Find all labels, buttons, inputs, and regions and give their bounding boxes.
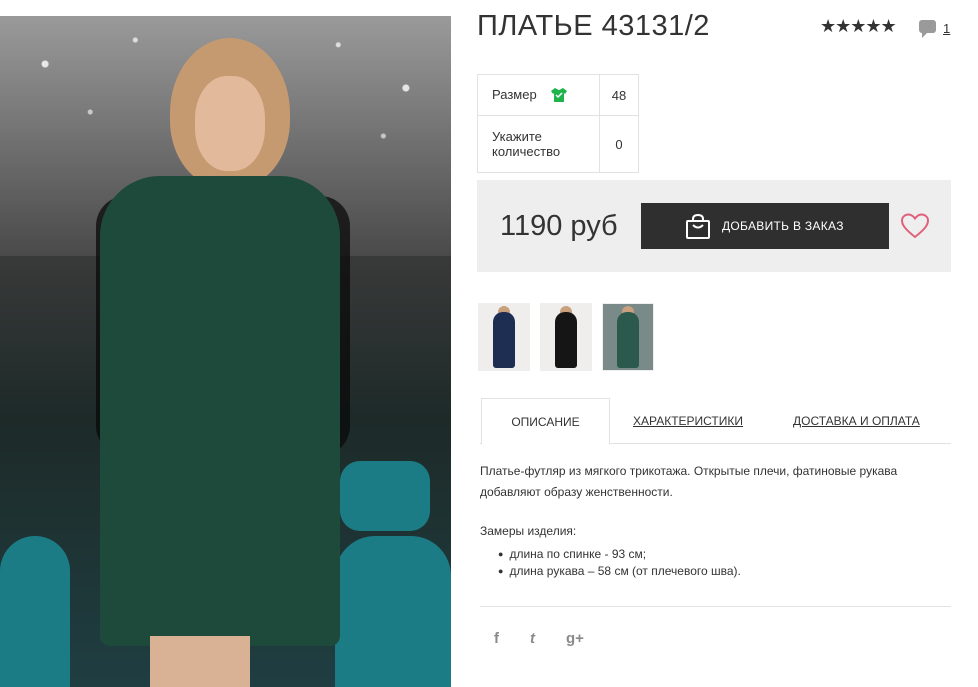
measures-list: длина по спинке - 93 см; длина рукава – … <box>498 546 741 580</box>
quantity-label-line1: Укажите <box>492 129 542 144</box>
model-legs <box>150 636 250 687</box>
quantity-label-cell: Укажите количество <box>477 115 600 173</box>
background-chair-back <box>340 461 430 531</box>
product-title: ПЛАТЬЕ 43131/2 <box>477 10 710 42</box>
rating-stars[interactable]: ★★★★★ <box>820 16 897 37</box>
comment-count-link[interactable]: 1 <box>943 21 950 36</box>
product-main-photo[interactable] <box>0 16 451 687</box>
thumbnail-dress <box>555 312 577 368</box>
product-tabs: ОПИСАНИЕ ХАРАКТЕРИСТИКИ ДОСТАВКА И ОПЛАТ… <box>480 398 951 445</box>
shopping-bag-icon <box>686 213 710 239</box>
options-table: Размер 48 Укажите количество 0 <box>477 74 639 173</box>
favorite-heart-icon[interactable] <box>901 213 929 239</box>
tab-description[interactable]: ОПИСАНИЕ <box>481 398 610 445</box>
add-to-order-button[interactable]: ДОБАВИТЬ В ЗАКАЗ <box>641 203 889 249</box>
thumbnail-green-dress[interactable] <box>602 303 654 371</box>
quantity-label-line2: количество <box>492 144 561 159</box>
size-chart-icon[interactable] <box>550 87 568 103</box>
background-chair-left <box>0 536 70 687</box>
tab-delivery-payment[interactable]: ДОСТАВКА И ОПЛАТА <box>793 398 920 443</box>
model-face <box>195 76 265 171</box>
thumbnail-black-dress[interactable] <box>540 303 592 371</box>
add-to-order-label: ДОБАВИТЬ В ЗАКАЗ <box>722 219 844 233</box>
thumbnail-navy-dress[interactable] <box>478 303 530 371</box>
list-item: длина по спинке - 93 см; <box>498 546 741 563</box>
tab-characteristics[interactable]: ХАРАКТЕРИСТИКИ <box>633 398 743 443</box>
measures-title: Замеры изделия: <box>480 524 577 538</box>
size-value[interactable]: 48 <box>599 74 639 116</box>
google-plus-icon[interactable]: g+ <box>566 630 584 647</box>
thumbnail-dress <box>617 312 639 368</box>
quantity-input[interactable]: 0 <box>599 115 639 173</box>
comment-icon[interactable] <box>919 20 936 38</box>
background-chair-right <box>335 536 451 687</box>
size-label: Размер <box>492 86 537 102</box>
size-cell[interactable]: Размер <box>477 74 600 116</box>
buy-box: 1190 руб ДОБАВИТЬ В ЗАКАЗ <box>477 180 951 272</box>
price: 1190 руб <box>500 210 618 242</box>
twitter-icon[interactable]: t <box>530 630 535 647</box>
list-item: длина рукава – 58 см (от плечевого шва). <box>498 563 740 580</box>
model-dress <box>100 176 340 646</box>
thumbnail-dress <box>493 312 515 368</box>
description-text: Платье-футляр из мягкого трикотажа. Откр… <box>480 464 898 499</box>
divider <box>480 606 951 607</box>
facebook-icon[interactable]: f <box>494 630 499 647</box>
